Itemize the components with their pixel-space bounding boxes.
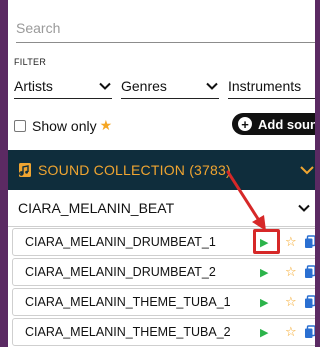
sound-library-panel: FILTER Artists Genres Instruments Show o… (8, 0, 315, 347)
annotation-arrow-icon (226, 170, 266, 231)
